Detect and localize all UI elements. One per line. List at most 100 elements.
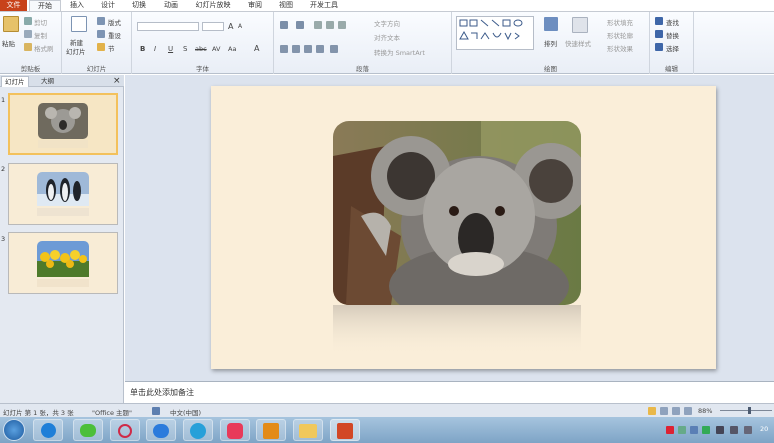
- tab-slides-panel[interactable]: 幻灯片: [1, 76, 29, 87]
- tab-home[interactable]: 开始: [29, 0, 61, 11]
- strikethrough-button[interactable]: abc: [195, 45, 207, 53]
- align-text-button[interactable]: 对齐文本: [374, 32, 400, 42]
- tab-animations[interactable]: 动画: [158, 0, 184, 11]
- slide-thumbnail-2[interactable]: [8, 163, 118, 225]
- copy-icon: [24, 30, 32, 38]
- font-name-combo[interactable]: [137, 22, 199, 31]
- sogou-icon[interactable]: [33, 419, 63, 441]
- increase-indent-icon: [326, 21, 334, 29]
- text-direction-button[interactable]: 文字方向: [374, 18, 400, 28]
- justify-icon[interactable]: [316, 45, 324, 53]
- normal-view-icon[interactable]: [648, 407, 656, 415]
- shapes-gallery[interactable]: [456, 16, 534, 50]
- format-painter-icon: [24, 43, 32, 51]
- underline-button[interactable]: U: [168, 45, 173, 53]
- notes-placeholder[interactable]: 单击此处添加备注: [130, 387, 194, 398]
- shrink-font-button[interactable]: A: [238, 23, 242, 30]
- change-case-button[interactable]: Aa: [228, 45, 236, 53]
- volume-tray-icon[interactable]: [744, 426, 752, 434]
- help-tray-icon[interactable]: [690, 426, 698, 434]
- ribbon: 粘贴 剪切 复制 格式刷 剪贴板 新建 幻灯片 版式 重设 节 幻灯片 A A …: [0, 11, 774, 74]
- tray-icon[interactable]: [678, 426, 686, 434]
- slide-thumbnail-3[interactable]: [8, 232, 118, 294]
- smartart-button[interactable]: 转换为 SmartArt: [374, 47, 425, 57]
- shape-fill-button[interactable]: 形状填充: [607, 17, 633, 27]
- tab-view[interactable]: 视图: [273, 0, 299, 11]
- penguins-thumbnail-image: [37, 172, 89, 216]
- font-color-button[interactable]: A: [254, 44, 259, 53]
- select-button[interactable]: 选择: [666, 43, 679, 53]
- format-painter-button[interactable]: 格式刷: [34, 43, 54, 53]
- tab-developer[interactable]: 开发工具: [305, 0, 343, 11]
- new-slide-label2[interactable]: 幻灯片: [66, 46, 86, 56]
- monitor-tray-icon[interactable]: [716, 426, 724, 434]
- slide-thumbnail-1[interactable]: [8, 93, 118, 155]
- bold-button[interactable]: B: [140, 45, 145, 53]
- quick-styles-button[interactable]: 快速样式: [565, 38, 591, 48]
- tab-review[interactable]: 审阅: [242, 0, 268, 11]
- shape-outline-button[interactable]: 形状轮廓: [607, 30, 633, 40]
- cut-button[interactable]: 剪切: [34, 17, 47, 27]
- current-slide[interactable]: [211, 86, 716, 369]
- align-right-icon[interactable]: [304, 45, 312, 53]
- close-panel-icon[interactable]: ×: [110, 76, 124, 87]
- tab-insert[interactable]: 插入: [64, 0, 90, 11]
- paste-button[interactable]: 粘贴: [2, 38, 15, 48]
- section-button[interactable]: 节: [108, 43, 115, 53]
- language-status[interactable]: 中文(中国): [170, 407, 201, 417]
- network-tray-icon[interactable]: [730, 426, 738, 434]
- group-label-slides: 幻灯片: [86, 65, 107, 73]
- section-icon: [97, 43, 105, 51]
- wechat-icon[interactable]: [73, 419, 103, 441]
- outlook-icon[interactable]: [256, 419, 286, 441]
- clock[interactable]: 20: [760, 425, 768, 433]
- align-center-icon[interactable]: [292, 45, 300, 53]
- slide-number: 3: [1, 235, 6, 243]
- slideshow-view-icon[interactable]: [684, 407, 692, 415]
- italic-button[interactable]: I: [154, 45, 156, 53]
- slide-number: 1: [1, 96, 6, 104]
- group-paragraph: 文字方向 对齐文本 转换为 SmartArt 段落: [274, 12, 452, 74]
- grow-font-button[interactable]: A: [228, 22, 233, 31]
- theme-status[interactable]: "Office 主题": [92, 407, 132, 417]
- shadow-button[interactable]: S: [183, 45, 187, 53]
- start-button-icon[interactable]: [3, 419, 25, 441]
- arrange-button[interactable]: 排列: [544, 38, 557, 48]
- scissors-tool-icon[interactable]: [110, 419, 140, 441]
- zoom-slider-thumb[interactable]: [748, 407, 751, 414]
- columns-icon[interactable]: [330, 45, 338, 53]
- slide-sorter-icon[interactable]: [660, 407, 668, 415]
- file-explorer-icon[interactable]: [293, 419, 323, 441]
- copy-button[interactable]: 复制: [34, 30, 47, 40]
- tray-icon-2[interactable]: [702, 426, 710, 434]
- tab-file[interactable]: 文件: [0, 0, 27, 11]
- shape-effects-button[interactable]: 形状效果: [607, 43, 633, 53]
- char-spacing-button[interactable]: AV: [212, 45, 220, 53]
- baidu-netdisk-icon[interactable]: [146, 419, 176, 441]
- layout-button[interactable]: 版式: [108, 17, 121, 27]
- tab-transitions[interactable]: 切换: [126, 0, 152, 11]
- align-left-icon[interactable]: [280, 45, 288, 53]
- group-label-drawing: 绘图: [544, 65, 557, 73]
- koala-picture[interactable]: [211, 86, 716, 369]
- tab-outline-panel[interactable]: 大纲: [38, 76, 57, 87]
- replace-button[interactable]: 替换: [666, 30, 679, 40]
- font-size-combo[interactable]: [202, 22, 224, 31]
- zoom-level[interactable]: 88%: [698, 407, 712, 415]
- shapes-icon: [459, 19, 523, 41]
- tab-slideshow[interactable]: 幻灯片放映: [190, 0, 236, 11]
- record-app-icon[interactable]: [220, 419, 250, 441]
- reading-view-icon[interactable]: [672, 407, 680, 415]
- spelling-check-icon[interactable]: [152, 407, 160, 415]
- ribbon-tabs: 文件 开始 插入 设计 切换 动画 幻灯片放映 审阅 视图 开发工具: [0, 0, 774, 11]
- pptv-icon[interactable]: [183, 419, 213, 441]
- powerpoint-taskbar-icon[interactable]: [330, 419, 360, 441]
- panel-tabs: 幻灯片 大纲 ×: [0, 75, 124, 87]
- find-button[interactable]: 查找: [666, 17, 679, 27]
- reset-button[interactable]: 重设: [108, 30, 121, 40]
- zoom-slider[interactable]: [720, 410, 772, 411]
- notes-pane[interactable]: 单击此处添加备注: [125, 381, 774, 403]
- sogou-tray-icon[interactable]: [666, 426, 674, 434]
- group-label-clipboard: 剪贴板: [20, 65, 41, 73]
- tab-design[interactable]: 设计: [95, 0, 121, 11]
